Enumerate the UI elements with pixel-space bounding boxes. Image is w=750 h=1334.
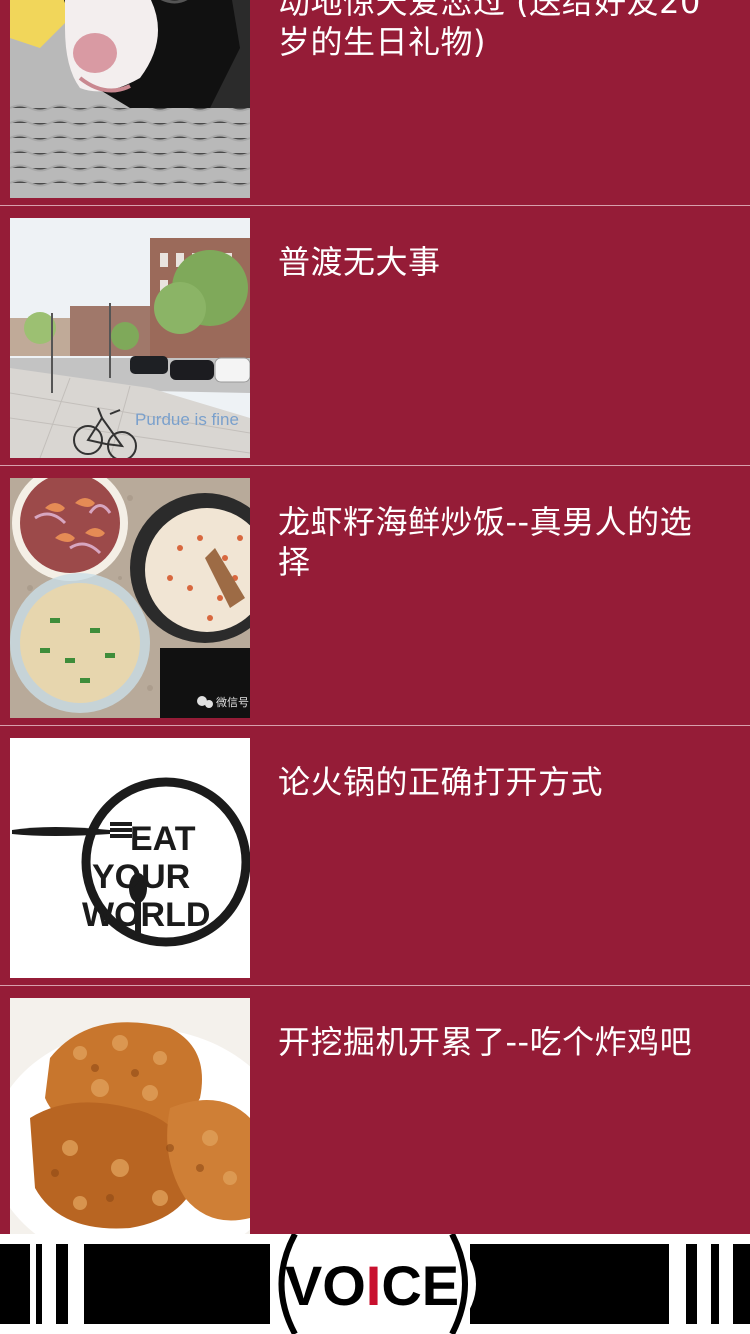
article-thumbnail-eat-your-world: EAT YOUR WORLD	[10, 738, 250, 978]
voice-footer-bar: VOICE	[0, 1234, 750, 1334]
voice-logo-text: VOICE	[285, 1254, 459, 1317]
voice-logo-banner: VOICE	[0, 1234, 750, 1334]
eat-your-world-logo-image: EAT YOUR WORLD	[10, 738, 250, 978]
article-title: 龙虾籽海鲜炒饭--真男人的选择	[278, 503, 693, 581]
logo-i-accent: I	[366, 1254, 382, 1317]
article-item[interactable]: Purdue is fine 普渡无大事	[0, 206, 750, 466]
article-title: 普渡无大事	[278, 243, 441, 281]
sleeping-dog-image	[10, 0, 250, 198]
fried-chicken-image	[10, 998, 250, 1238]
logo-line-your: YOUR	[92, 858, 190, 896]
logo-line-eat: EAT	[130, 820, 196, 858]
article-thumbnail-fried-rice: 微信号	[10, 478, 250, 718]
logo-vo: VO	[285, 1254, 366, 1317]
article-item[interactable]: EAT YOUR WORLD 论火锅的正确打开方式	[0, 726, 750, 986]
article-thumbnail-fried-chicken	[10, 998, 250, 1238]
article-title: 动地惊天爱恋过 (送给好友20岁的生日礼物)	[278, 0, 701, 61]
logo-ce: CE	[381, 1254, 459, 1317]
article-thumbnail-purdue-street: Purdue is fine	[10, 218, 250, 458]
article-item[interactable]: 微信号 龙虾籽海鲜炒饭--真男人的选择	[0, 466, 750, 726]
article-title: 论火锅的正确打开方式	[278, 763, 604, 801]
wechat-watermark-text: 微信号	[216, 695, 249, 709]
article-thumbnail-sleeping-dog	[10, 0, 250, 198]
article-item[interactable]: 开挖掘机开累了--吃个炸鸡吧	[0, 986, 750, 1246]
article-item[interactable]: 动地惊天爱恋过 (送给好友20岁的生日礼物)	[0, 0, 750, 206]
seafood-fried-rice-image: 微信号	[10, 478, 250, 718]
article-title: 开挖掘机开累了--吃个炸鸡吧	[278, 1023, 693, 1061]
logo-line-world: WORLD	[82, 896, 210, 934]
purdue-caption-text: Purdue is fine	[135, 410, 239, 429]
purdue-street-image: Purdue is fine	[10, 218, 250, 458]
